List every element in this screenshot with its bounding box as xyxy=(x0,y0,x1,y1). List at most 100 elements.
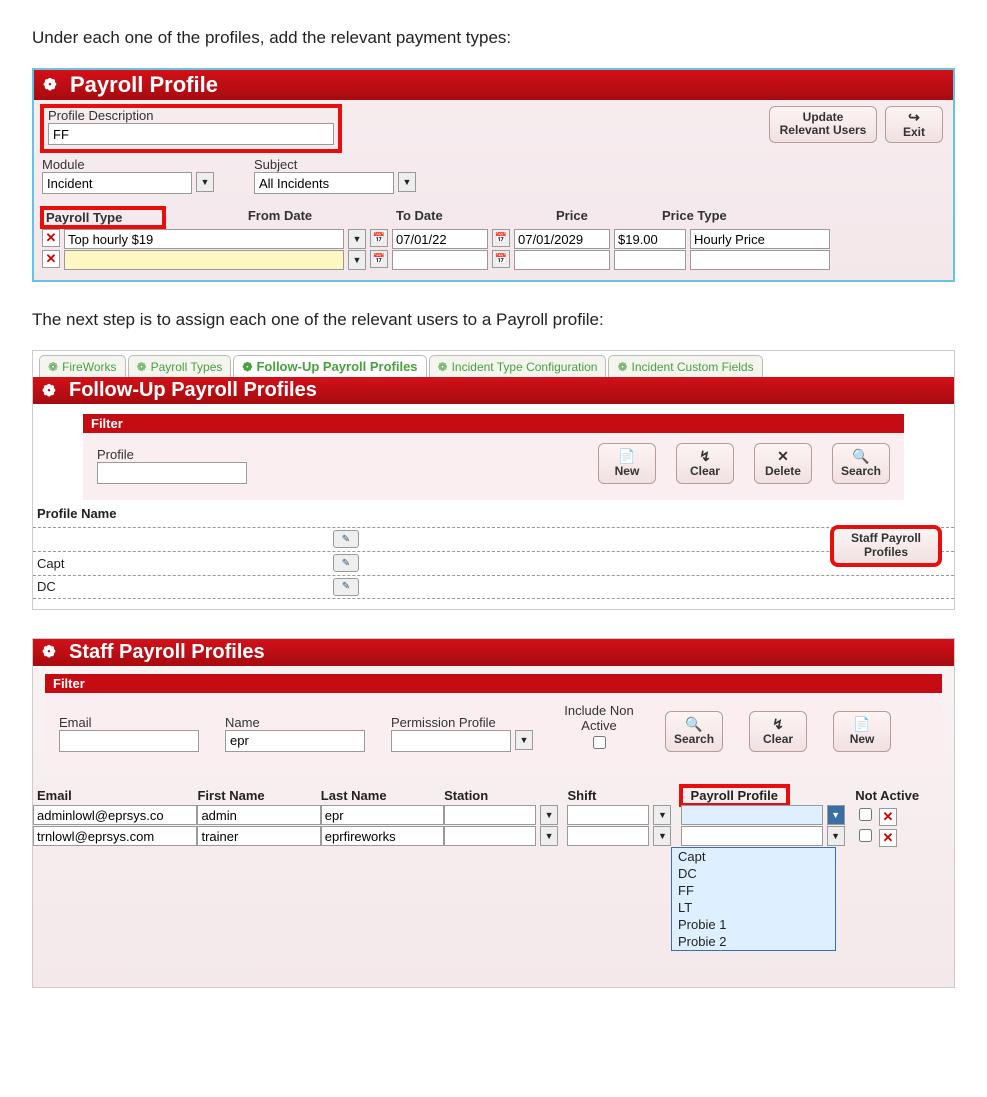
dropdown-option[interactable]: FF xyxy=(672,882,835,899)
staff-row: ▼ ▼ ▼ ✕ xyxy=(33,826,954,847)
col-header-profile-name: Profile Name xyxy=(33,500,954,527)
window-title: Payroll Profile xyxy=(70,72,218,98)
chevron-down-icon[interactable]: ▼ xyxy=(540,826,558,846)
col-header-first-name: First Name xyxy=(197,786,320,805)
search-icon: 🔍 xyxy=(674,716,714,732)
first-name-cell[interactable] xyxy=(197,826,320,846)
chevron-down-icon[interactable]: ▼ xyxy=(196,172,214,192)
chevron-down-icon[interactable]: ▼ xyxy=(348,229,366,249)
shift-cell[interactable] xyxy=(567,805,649,825)
window-title: Staff Payroll Profiles xyxy=(69,641,265,664)
tab-followup-payroll-profiles[interactable]: ❁Follow-Up Payroll Profiles xyxy=(233,355,426,377)
email-filter-label: Email xyxy=(59,715,199,730)
tab-incident-custom-fields[interactable]: ❁Incident Custom Fields xyxy=(608,355,762,377)
include-non-active-checkbox[interactable] xyxy=(593,736,606,749)
profile-description-input[interactable] xyxy=(48,123,334,145)
col-header-price: Price xyxy=(556,208,662,227)
profile-filter-input[interactable] xyxy=(97,462,247,484)
not-active-checkbox[interactable] xyxy=(859,829,872,842)
tab-fireworks[interactable]: ❁FireWorks xyxy=(39,355,126,377)
chevron-down-icon[interactable]: ▼ xyxy=(827,826,845,846)
payroll-profile-cell[interactable] xyxy=(681,805,823,825)
tab-incident-type-config[interactable]: ❁Incident Type Configuration xyxy=(429,355,607,377)
profile-filter-label: Profile xyxy=(97,447,247,462)
profile-row[interactable]: Capt ✎ xyxy=(33,551,954,575)
gear-icon: ❁ xyxy=(39,642,59,662)
delete-row-button[interactable]: ✕ xyxy=(879,829,897,847)
profile-row[interactable]: DC ✎ xyxy=(33,575,954,599)
col-header-last-name: Last Name xyxy=(321,786,444,805)
dropdown-option[interactable]: LT xyxy=(672,899,835,916)
email-filter-input[interactable] xyxy=(59,730,199,752)
clear-button[interactable]: ↯Clear xyxy=(749,711,807,752)
search-button[interactable]: 🔍Search xyxy=(832,443,890,484)
module-select[interactable] xyxy=(42,172,192,194)
delete-button[interactable]: ✕Delete xyxy=(754,443,812,484)
price-cell[interactable] xyxy=(614,229,686,249)
chevron-down-icon[interactable]: ▼ xyxy=(653,805,671,825)
email-cell[interactable] xyxy=(33,826,197,846)
window-title: Follow-Up Payroll Profiles xyxy=(69,379,317,402)
permission-filter-select[interactable] xyxy=(391,730,511,752)
subject-label: Subject xyxy=(254,157,416,172)
staff-payroll-profiles-window: ❁ Staff Payroll Profiles Filter Email Na… xyxy=(32,638,955,988)
calendar-icon[interactable]: 📅 xyxy=(492,250,510,268)
email-cell[interactable] xyxy=(33,805,197,825)
staff-payroll-profiles-button[interactable]: Staff Payroll Profiles xyxy=(832,527,940,565)
to-date-cell[interactable] xyxy=(514,250,610,270)
window-titlebar: ❁ Payroll Profile xyxy=(34,70,953,100)
payroll-profile-dropdown[interactable]: Capt DC FF LT Probie 1 Probie 2 xyxy=(671,847,836,951)
chevron-down-icon[interactable]: ▼ xyxy=(540,805,558,825)
new-button[interactable]: 📄New xyxy=(598,443,656,484)
search-button[interactable]: 🔍Search xyxy=(665,711,723,752)
delete-row-button[interactable]: ✕ xyxy=(879,808,897,826)
edit-button[interactable]: ✎ xyxy=(333,578,359,596)
chevron-down-icon[interactable]: ▼ xyxy=(515,730,533,750)
exit-button[interactable]: ↪ Exit xyxy=(885,106,943,143)
col-header-shift: Shift xyxy=(567,786,680,805)
dropdown-option[interactable]: Probie 2 xyxy=(672,933,835,950)
chevron-down-icon[interactable]: ▼ xyxy=(398,172,416,192)
station-cell[interactable] xyxy=(444,805,536,825)
name-filter-label: Name xyxy=(225,715,365,730)
chevron-down-icon[interactable]: ▼ xyxy=(348,250,366,270)
payroll-profile-cell[interactable] xyxy=(681,826,823,846)
clear-button[interactable]: ↯Clear xyxy=(676,443,734,484)
profile-description-label: Profile Description xyxy=(48,108,334,123)
dropdown-option[interactable]: Probie 1 xyxy=(672,916,835,933)
from-date-cell[interactable] xyxy=(392,229,488,249)
price-cell[interactable] xyxy=(614,250,686,270)
subject-select[interactable] xyxy=(254,172,394,194)
delete-row-button[interactable]: ✕ xyxy=(42,250,60,268)
instruction-text-2: The next step is to assign each one of t… xyxy=(32,310,955,330)
calendar-icon[interactable]: 📅 xyxy=(370,250,388,268)
dropdown-option[interactable]: DC xyxy=(672,865,835,882)
last-name-cell[interactable] xyxy=(321,826,444,846)
edit-button[interactable]: ✎ xyxy=(333,554,359,572)
from-date-cell[interactable] xyxy=(392,250,488,270)
to-date-cell[interactable] xyxy=(514,229,610,249)
calendar-icon[interactable]: 📅 xyxy=(370,229,388,247)
chevron-down-icon[interactable]: ▼ xyxy=(827,805,845,825)
payroll-type-cell[interactable] xyxy=(64,229,344,249)
first-name-cell[interactable] xyxy=(197,805,320,825)
tab-payroll-types[interactable]: ❁Payroll Types xyxy=(128,355,232,377)
payroll-type-cell[interactable] xyxy=(64,250,344,270)
edit-button[interactable]: ✎ xyxy=(333,530,359,548)
station-cell[interactable] xyxy=(444,826,536,846)
new-icon: 📄 xyxy=(842,716,882,732)
clear-icon: ↯ xyxy=(685,448,725,464)
profile-row[interactable]: ✎ xyxy=(33,527,954,551)
chevron-down-icon[interactable]: ▼ xyxy=(653,826,671,846)
last-name-cell[interactable] xyxy=(321,805,444,825)
dropdown-option[interactable]: Capt xyxy=(672,848,835,865)
permission-filter-label: Permission Profile xyxy=(391,715,533,730)
calendar-icon[interactable]: 📅 xyxy=(492,229,510,247)
name-filter-input[interactable] xyxy=(225,730,365,752)
shift-cell[interactable] xyxy=(567,826,649,846)
new-button[interactable]: 📄New xyxy=(833,711,891,752)
delete-row-button[interactable]: ✕ xyxy=(42,229,60,247)
not-active-checkbox[interactable] xyxy=(859,808,872,821)
update-relevant-users-button[interactable]: Update Relevant Users xyxy=(769,106,877,143)
filter-bar: Filter xyxy=(83,414,904,433)
